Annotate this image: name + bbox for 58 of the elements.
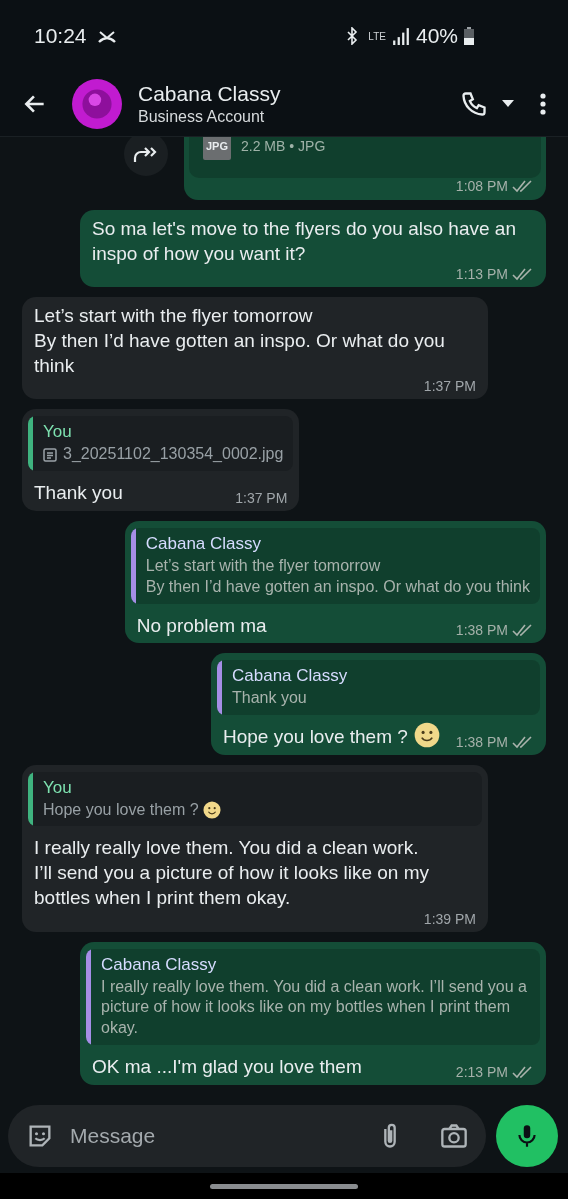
message-time: 1:38 PM (455, 733, 508, 750)
quote-author: Cabana Classy (145, 533, 263, 554)
quoted-message[interactable]: You Hope you love them ? (28, 771, 482, 827)
account-type: Business Account (138, 108, 266, 126)
more-options-icon[interactable] (540, 92, 546, 116)
message-time: 2:13 PM (455, 1063, 508, 1080)
quoted-message[interactable]: Cabana Classy Let’s start with the flyer tomorrow By then I’d have gotten an inspo. Or what do you think (130, 527, 540, 604)
quote-text: Thank you (232, 688, 307, 709)
signal-icon (391, 27, 410, 45)
message-bubble[interactable]: Let’s start with the flyer tomorrow By then I’d have gotten an inspo. Or what do you think 1:37 PM (22, 297, 488, 400)
message-bubble[interactable]: So ma let's move to the flyers do you also have an inspo of how you want it? 1:13 PM (80, 210, 546, 288)
message-text: I really really love them. You did a clean work. I’ll send you a picture of how it looks like on my bottles when I print them okay. (34, 836, 430, 910)
quote-author: Cabana Classy (101, 954, 218, 975)
clock-time: 10:24 (34, 24, 87, 48)
message-bubble[interactable]: Cabana Classy I really really love them. You did a clean work. I’ll send you a picture of how it looks like on my bottles when I print them okay. OK ma ...I'm glad you love them 2:13 PM (80, 941, 546, 1085)
quote-author: You (43, 777, 73, 798)
quoted-message[interactable]: You 3_20251102_130354_0002.jpg (28, 416, 294, 472)
quoted-message[interactable]: Cabana Classy Thank you (217, 660, 540, 715)
message-time: 1:13 PM (455, 266, 508, 283)
message-bubble[interactable]: Cabana Classy Thank you Hope you love them ? 1:38 PM (211, 653, 546, 755)
message-text: OK ma ...I'm glad you love them (92, 1054, 362, 1079)
battery-percent: 40% (415, 24, 458, 48)
contact-name[interactable]: Cabana Classy (138, 82, 460, 106)
quote-author: You (43, 422, 73, 443)
message-bubble[interactable]: You Hope you love them ? I really really love them. You did a clean work. I’ll send you a picture of how it looks like on my bottles when I print them okay. 1:39 PM (22, 764, 488, 932)
message-time: 1:38 PM (455, 622, 508, 639)
message-text: So ma let's move to the flyers do you also have an inspo of how you want it? (92, 217, 517, 266)
message-bubble[interactable]: JPG 2.2 MB • JPG 1:08 PM (184, 137, 546, 200)
quoted-message[interactable]: Cabana Classy I really really love them. You did a clean work. I’ll send you a picture of how it looks like on my bottles when I print them okay. (86, 948, 540, 1045)
message-text: Thank you (34, 481, 123, 506)
file-type-icon: JPG (203, 137, 231, 160)
file-card[interactable]: JPG 2.2 MB • JPG (189, 137, 541, 178)
phone-icon[interactable] (460, 90, 488, 118)
battery-icon (464, 27, 474, 45)
message-time: 1:39 PM (423, 910, 476, 927)
document-icon (43, 447, 57, 462)
home-indicator[interactable] (210, 1183, 358, 1189)
message-time: 1:37 PM (423, 378, 476, 395)
quote-author: Cabana Classy (232, 666, 348, 687)
camera-icon[interactable] (440, 1122, 468, 1150)
quote-text: Hope you love them ? (43, 799, 199, 820)
quote-text: Let’s start with the flyer tomorrow By then I’d have gotten an inspo. Or what do you think (145, 555, 530, 597)
message-bubble[interactable]: You 3_20251102_130354_0002.jpg Thank you 1:37 PM (22, 409, 300, 511)
contact-avatar[interactable] (72, 79, 122, 129)
message-text: Hope you love them ? (223, 725, 408, 749)
caret-icon[interactable] (502, 100, 514, 108)
quote-text: I really really love them. You did a clean work. I’ll send you a picture of how it looks like on my bottles when I print them okay. (101, 976, 528, 1039)
forward-icon[interactable] (124, 137, 168, 176)
network-label: LTE (368, 30, 386, 42)
message-bubble[interactable]: Cabana Classy Let’s start with the flyer tomorrow By then I’d have gotten an inspo. Or what do you think No problem ma 1:38 PM (124, 520, 546, 644)
message-text: No problem ma (136, 613, 267, 638)
message-time: 1:37 PM (235, 489, 288, 506)
message-time: 1:08 PM (455, 178, 508, 194)
file-info: 2.2 MB • JPG (241, 138, 326, 154)
message-text: Let’s start with the flyer tomorrow By then I’d have gotten an inspo. Or what do you think (34, 304, 446, 378)
message-input-field[interactable]: Message (68, 1123, 362, 1149)
quote-text: 3_20251102_130354_0002.jpg (63, 444, 284, 465)
message-field[interactable]: Message (8, 1105, 486, 1167)
